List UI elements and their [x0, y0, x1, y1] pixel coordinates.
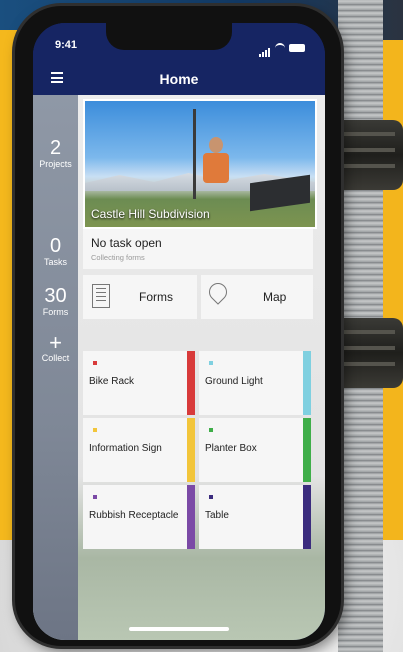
main-content: 2 Projects 0 Tasks 30 Forms + Collect Ca… [33, 95, 325, 640]
project-card[interactable]: Castle Hill Subdivision [83, 99, 317, 229]
form-tile-bike-rack[interactable]: Bike Rack [83, 351, 195, 415]
form-color-dot [209, 495, 213, 499]
form-tile-planter-box[interactable]: Planter Box [199, 418, 311, 482]
form-label: Table [205, 510, 229, 521]
form-color-stripe [187, 351, 195, 415]
form-color-dot [93, 428, 97, 432]
form-color-stripe [303, 485, 311, 549]
form-color-stripe [303, 418, 311, 482]
task-card[interactable]: No task open Collecting forms [83, 229, 313, 269]
sidebar-item-tasks[interactable]: 0 Tasks [33, 235, 78, 267]
form-label: Bike Rack [89, 376, 135, 387]
sidebar-item-projects[interactable]: 2 Projects [33, 137, 78, 169]
signal-icon [259, 39, 271, 57]
map-button-label: Map [263, 290, 287, 304]
form-label: Ground Light [205, 376, 263, 387]
form-tile-rubbish-receptacle[interactable]: Rubbish Receptacle [83, 485, 195, 549]
form-color-dot [209, 428, 213, 432]
map-button[interactable]: Map [201, 275, 313, 319]
form-tile-information-sign[interactable]: Information Sign [83, 418, 195, 482]
phone-notch [106, 23, 232, 50]
wifi-icon [275, 43, 285, 53]
status-icons [259, 39, 305, 57]
home-indicator[interactable] [129, 627, 229, 631]
sidebar-item-forms[interactable]: 30 Forms [33, 285, 78, 317]
task-title: No task open [91, 236, 162, 250]
sidebar-item-collect[interactable]: + Collect [33, 330, 78, 364]
form-document-icon [92, 284, 110, 308]
projects-label: Projects [39, 159, 72, 169]
sidebar: 2 Projects 0 Tasks 30 Forms + Collect [33, 95, 78, 640]
gps-pole-graphic [193, 109, 196, 199]
app-header: Home [33, 63, 325, 95]
battery-icon [289, 44, 305, 52]
tasks-label: Tasks [43, 257, 67, 267]
form-color-stripe [303, 351, 311, 415]
form-tile-ground-light[interactable]: Ground Light [199, 351, 311, 415]
forms-count: 30 [44, 285, 67, 307]
form-tile-table[interactable]: Table [199, 485, 311, 549]
forms-button-label: Forms [139, 290, 173, 304]
form-label: Information Sign [89, 443, 162, 454]
form-color-dot [209, 361, 213, 365]
status-time: 9:41 [55, 39, 78, 51]
forms-label: Forms [42, 307, 69, 317]
surveyor-graphic [203, 137, 229, 195]
forms-button[interactable]: Forms [83, 275, 197, 319]
page-title: Home [159, 71, 199, 87]
form-label: Rubbish Receptacle [89, 510, 179, 521]
project-name: Castle Hill Subdivision [91, 207, 210, 221]
form-color-dot [93, 361, 97, 365]
app-screen: 9:41 Home 2 Projects 0 Tasks 30 Forms + … [33, 23, 325, 640]
form-color-stripe [187, 485, 195, 549]
projects-count: 2 [49, 137, 62, 159]
map-pin-icon [205, 279, 231, 305]
form-color-stripe [187, 418, 195, 482]
form-color-dot [93, 495, 97, 499]
task-subtitle: Collecting forms [91, 253, 145, 262]
collect-label: Collect [41, 353, 70, 363]
plus-icon: + [49, 330, 62, 355]
tasks-count: 0 [49, 235, 62, 257]
form-label: Planter Box [205, 443, 257, 454]
